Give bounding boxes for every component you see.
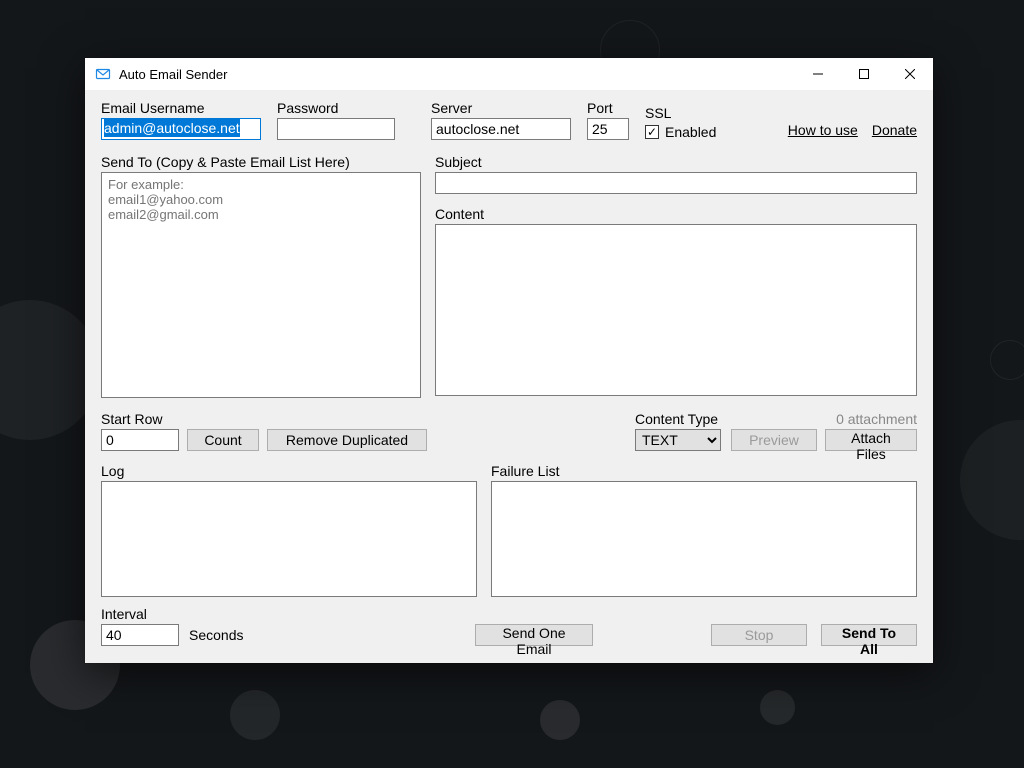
- app-window: Auto Email Sender Email Username admin@a…: [85, 58, 933, 663]
- attach-files-button[interactable]: Attach Files: [825, 429, 917, 451]
- start-row-input[interactable]: [101, 429, 179, 451]
- remove-duplicated-button[interactable]: Remove Duplicated: [267, 429, 427, 451]
- donate-link[interactable]: Donate: [872, 122, 917, 138]
- log-label: Log: [101, 463, 477, 479]
- start-row-label: Start Row: [101, 411, 427, 427]
- how-to-use-link[interactable]: How to use: [788, 122, 858, 138]
- stop-button[interactable]: Stop: [711, 624, 807, 646]
- background-circle: [990, 340, 1024, 380]
- background-circle: [230, 690, 280, 740]
- attachment-count: 0 attachment: [731, 411, 917, 427]
- send-to-all-button[interactable]: Send To All: [821, 624, 917, 646]
- server-label: Server: [431, 100, 571, 116]
- window-title: Auto Email Sender: [119, 67, 227, 82]
- username-label: Email Username: [101, 100, 261, 116]
- interval-input[interactable]: [101, 624, 179, 646]
- ssl-checkbox-label: Enabled: [665, 124, 716, 140]
- send-one-email-button[interactable]: Send One Email: [475, 624, 593, 646]
- failure-list-label: Failure List: [491, 463, 917, 479]
- content-label: Content: [435, 206, 917, 222]
- content-type-label: Content Type: [635, 411, 721, 427]
- content-textarea[interactable]: [435, 224, 917, 396]
- titlebar: Auto Email Sender: [85, 58, 933, 90]
- background-circle: [760, 690, 795, 725]
- ssl-label: SSL: [645, 105, 716, 121]
- send-to-label: Send To (Copy & Paste Email List Here): [101, 154, 421, 170]
- background-circle: [540, 700, 580, 740]
- send-to-textarea[interactable]: [101, 172, 421, 398]
- ssl-checkbox[interactable]: ✓ Enabled: [645, 124, 716, 140]
- interval-label: Interval: [101, 606, 243, 622]
- preview-button[interactable]: Preview: [731, 429, 817, 451]
- mail-icon: [95, 66, 111, 82]
- minimize-button[interactable]: [795, 59, 841, 90]
- log-textarea[interactable]: [101, 481, 477, 597]
- subject-label: Subject: [435, 154, 917, 170]
- port-label: Port: [587, 100, 629, 116]
- client-area: Email Username admin@autoclose.net Passw…: [85, 90, 933, 663]
- port-input[interactable]: [587, 118, 629, 140]
- password-label: Password: [277, 100, 395, 116]
- maximize-button[interactable]: [841, 59, 887, 90]
- content-type-select[interactable]: TEXT: [635, 429, 721, 451]
- server-input[interactable]: [431, 118, 571, 140]
- background-circle: [960, 420, 1024, 540]
- username-input[interactable]: admin@autoclose.net: [104, 119, 240, 137]
- checkbox-icon: ✓: [645, 125, 659, 139]
- password-input[interactable]: [277, 118, 395, 140]
- interval-unit: Seconds: [189, 627, 243, 643]
- close-button[interactable]: [887, 59, 933, 90]
- failure-list-textarea[interactable]: [491, 481, 917, 597]
- count-button[interactable]: Count: [187, 429, 259, 451]
- subject-input[interactable]: [435, 172, 917, 194]
